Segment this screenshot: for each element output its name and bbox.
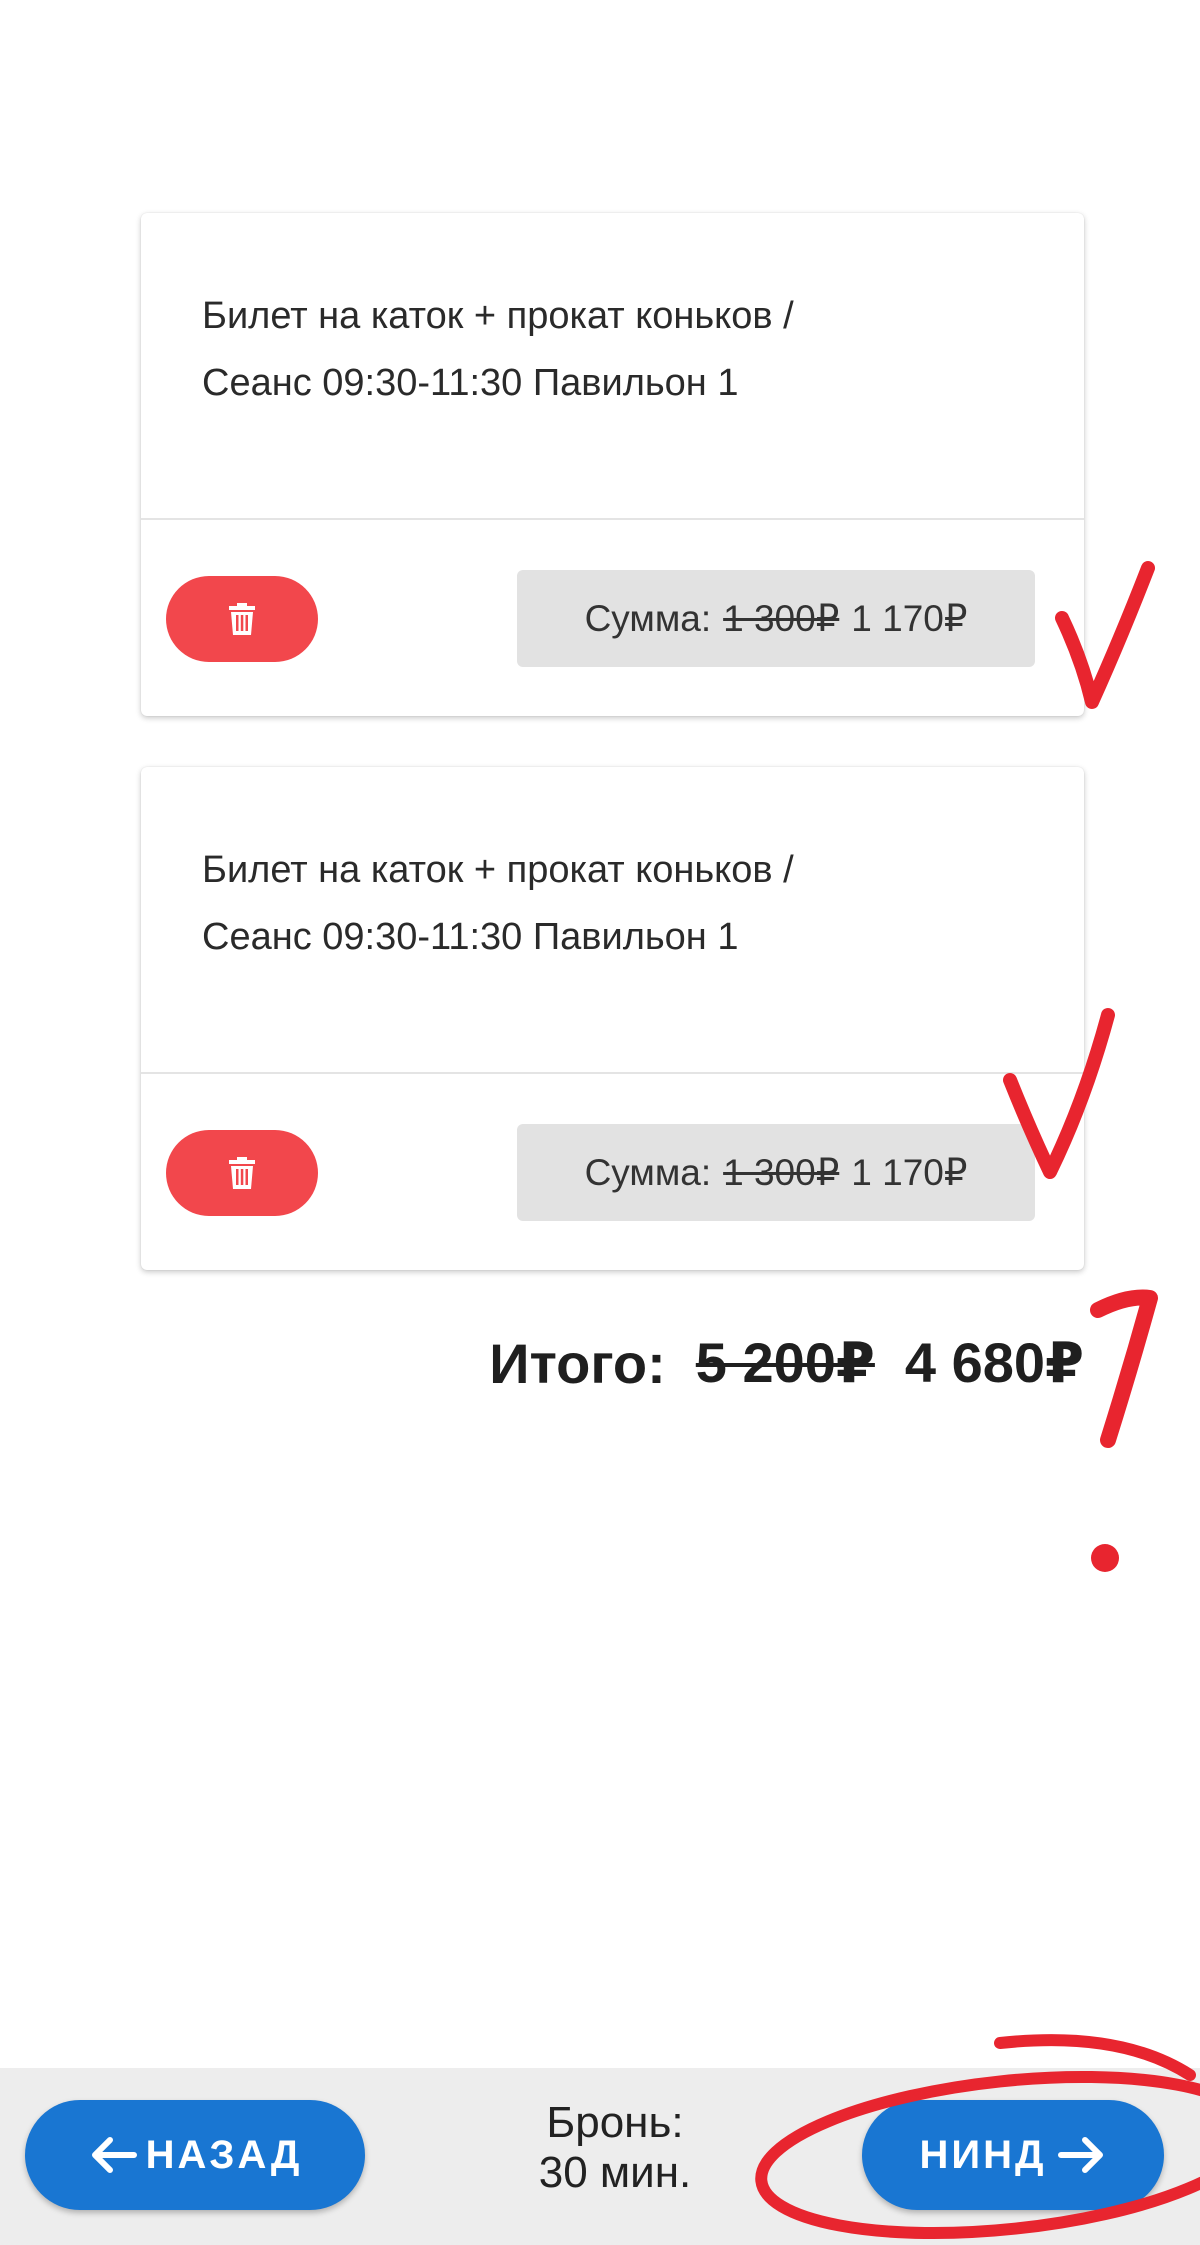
cart-item-title: Билет на каток + прокат коньков / Сеанс … [202, 837, 1022, 971]
booking-time: 30 мин. [538, 2148, 692, 2197]
back-button[interactable]: НАЗАД [25, 2100, 365, 2210]
arrow-right-icon [1057, 2135, 1107, 2175]
booking-label: Бронь: [546, 2098, 684, 2147]
next-button[interactable]: НИНД [862, 2100, 1164, 2210]
cart-item-title-line: Билет на каток + прокат коньков / [202, 849, 794, 891]
exclamation-dot-annotation [1091, 1544, 1119, 1572]
card-divider [141, 1072, 1084, 1074]
back-button-label: НАЗАД [145, 2132, 303, 2177]
cart-item-title: Билет на каток + прокат коньков / Сеанс … [202, 283, 1022, 417]
exclamation-stroke-annotation [1090, 1289, 1158, 1448]
old-price: 1 300₽ [723, 598, 840, 639]
cart-item-title-line: Сеанс 09:30-11:30 Павильон 1 [202, 362, 739, 404]
total-label: Итого: [489, 1331, 666, 1395]
cart-item-card: Билет на каток + прокат коньков / Сеанс … [141, 767, 1084, 1270]
trash-icon [229, 603, 255, 635]
card-divider [141, 518, 1084, 520]
arrow-left-icon [88, 2135, 138, 2175]
total-old-price: 5 200₽ [695, 1331, 875, 1394]
order-total: Итого: 5 200₽ 4 680₽ [489, 1330, 1084, 1396]
new-price: 1 170₽ [851, 598, 968, 639]
old-price: 1 300₽ [723, 1152, 840, 1193]
booking-timer: Бронь: 30 мин. [500, 2098, 730, 2198]
cart-item-title-line: Билет на каток + прокат коньков / [202, 295, 794, 337]
total-new-price: 4 680₽ [904, 1331, 1084, 1394]
sum-label: Сумма: [584, 1151, 712, 1193]
sum-label: Сумма: [584, 597, 712, 639]
trash-icon [229, 1157, 255, 1189]
item-sum: Сумма: 1 300₽ 1 170₽ [517, 1124, 1035, 1221]
next-button-label: НИНД [919, 2132, 1047, 2177]
cart-item-title-line: Сеанс 09:30-11:30 Павильон 1 [202, 916, 739, 958]
item-sum: Сумма: 1 300₽ 1 170₽ [517, 570, 1035, 667]
new-price: 1 170₽ [851, 1152, 968, 1193]
delete-item-button[interactable] [166, 1130, 318, 1216]
delete-item-button[interactable] [166, 576, 318, 662]
cart-item-card: Билет на каток + прокат коньков / Сеанс … [141, 213, 1084, 716]
